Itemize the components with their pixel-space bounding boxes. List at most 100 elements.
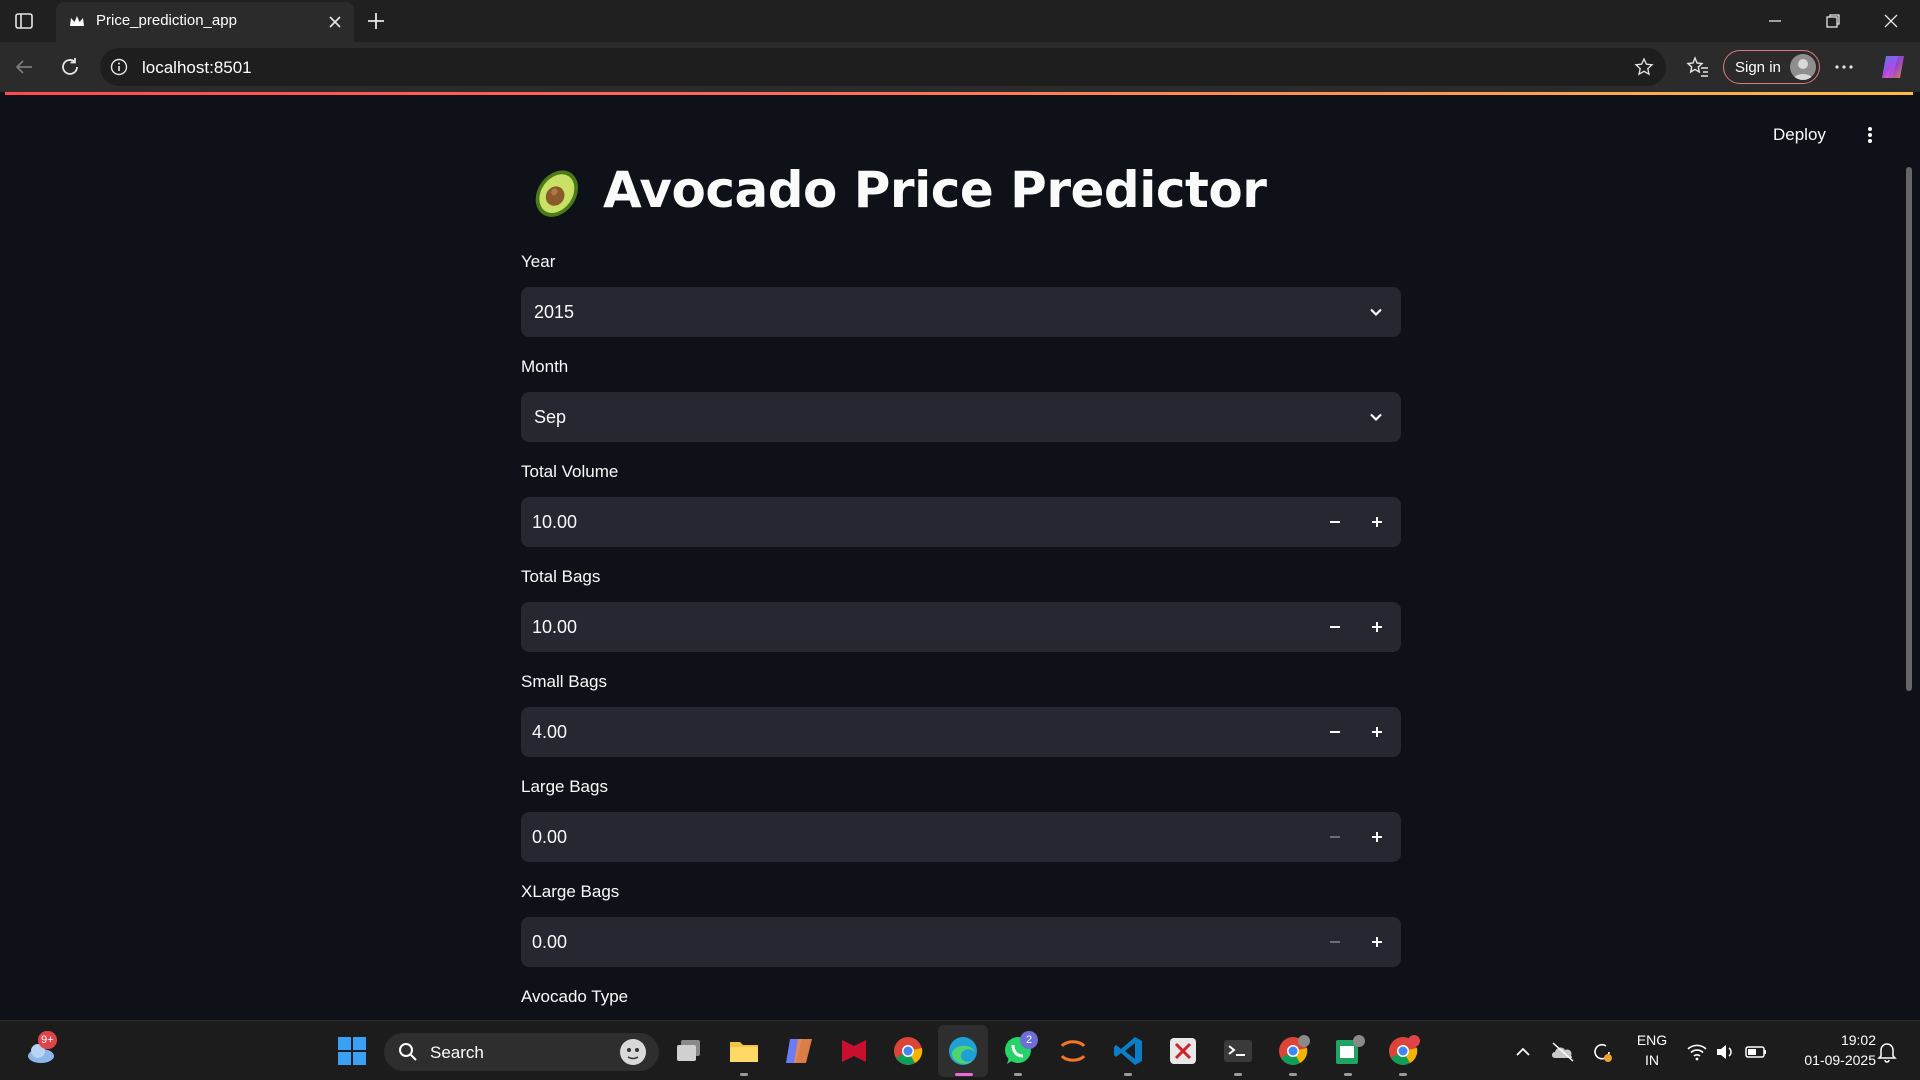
running-indicator [1014,1073,1022,1076]
chevron-down-icon [1370,308,1382,317]
large-bags-input[interactable]: 0.00 [521,812,1401,862]
year-label: Year [521,252,556,271]
git-client-icon[interactable] [1166,1034,1200,1068]
month-select[interactable]: Sep [521,392,1401,442]
onedrive-icon[interactable] [1550,1040,1576,1064]
favorites-icon[interactable] [1686,55,1710,79]
month-label: Month [521,357,569,376]
xlarge-bags-input[interactable]: 0.00 [521,917,1401,967]
scrollbar-thumb[interactable] [1906,167,1912,691]
url-text: localhost:8501 [142,58,252,77]
vscode-icon[interactable] [1111,1034,1145,1068]
year-select[interactable]: 2015 [521,287,1401,337]
chrome-icon[interactable] [891,1034,925,1068]
more-options-icon[interactable] [1832,55,1856,79]
plus-icon [1372,727,1382,737]
running-indicator [1289,1073,1297,1076]
running-indicator [1399,1073,1407,1076]
large-bags-value: 0.00 [532,827,568,847]
sync-icon[interactable] [1590,1040,1614,1064]
minus-icon [1330,836,1340,838]
plus-icon [1372,517,1382,527]
total-volume-field: Total Volume 10.00 [521,462,1401,547]
wifi-icon[interactable] [1686,1041,1708,1063]
running-indicator [740,1073,748,1076]
xlarge-bags-decrement-button[interactable] [1319,926,1351,958]
app-viewport: Deploy Avocado Price Predictor Year 2015 [5,95,1913,1016]
jupyter-icon[interactable] [1056,1034,1090,1068]
back-icon[interactable] [12,55,36,79]
search-label: Search [430,1043,484,1062]
close-window-icon[interactable] [1880,10,1902,32]
browser-tab-active[interactable]: Price_prediction_app [56,2,354,42]
small-bags-decrement-button[interactable] [1319,716,1351,748]
main-menu-icon[interactable] [1860,125,1880,145]
sign-in-button[interactable]: Sign in [1723,50,1820,84]
total-volume-value: 10.00 [532,512,578,532]
small-bags-input[interactable]: 4.00 [521,707,1401,757]
chevron-up-icon[interactable] [1512,1041,1534,1063]
region-indicator[interactable]: IN [1632,1051,1672,1069]
total-bags-label: Total Bags [521,567,601,586]
refresh-icon[interactable] [58,55,82,79]
site-info-icon[interactable] [110,58,128,76]
volume-icon[interactable] [1714,1041,1736,1063]
file-explorer-icon[interactable] [727,1034,761,1068]
page-scrollbar[interactable] [1906,167,1912,1016]
taskbar-search-box[interactable]: Search [384,1033,659,1071]
small-bags-label: Small Bags [521,672,607,691]
xlarge-bags-increment-button[interactable] [1361,926,1393,958]
minus-icon [1330,941,1340,943]
total-bags-increment-button[interactable] [1361,611,1393,643]
large-bags-increment-button[interactable] [1361,821,1393,853]
total-volume-increment-button[interactable] [1361,506,1393,538]
sign-in-label: Sign in [1735,59,1781,76]
avocado-type-label: Avocado Type [521,987,629,1006]
total-volume-decrement-button[interactable] [1319,506,1351,538]
task-view-icon[interactable] [672,1034,706,1068]
restore-icon[interactable] [1822,10,1844,32]
running-indicator [1234,1073,1242,1076]
edge-browser-icon[interactable] [946,1034,980,1068]
url-field[interactable]: localhost:8501 [100,48,1666,86]
browser-address-bar: localhost:8501 Sign in [0,42,1920,92]
total-bags-field: Total Bags 10.00 [521,567,1401,652]
copilot-icon[interactable] [1878,52,1908,82]
chrome-profile-icon[interactable] [1276,1034,1310,1068]
tab-actions-icon[interactable] [12,9,36,33]
notification-bell-icon[interactable] [1876,1040,1898,1064]
month-selected-value: Sep [534,407,567,427]
plus-icon [1372,937,1382,947]
total-bags-decrement-button[interactable] [1319,611,1351,643]
chrome-alert-icon[interactable] [1386,1034,1420,1068]
xlarge-bags-field: XLarge Bags 0.00 [521,882,1401,967]
total-volume-input[interactable]: 10.00 [521,497,1401,547]
close-tab-icon[interactable] [326,13,344,31]
language-indicator[interactable]: ENG [1632,1031,1672,1049]
mcafee-icon[interactable] [837,1034,871,1068]
small-bags-increment-button[interactable] [1361,716,1393,748]
total-bags-input[interactable]: 10.00 [521,602,1401,652]
month-field: Month Sep [521,357,1401,442]
minus-icon [1330,731,1340,733]
plus-icon [1372,832,1382,842]
profile-avatar-icon [1790,54,1816,80]
large-bags-decrement-button[interactable] [1319,821,1351,853]
plus-icon [1372,622,1382,632]
search-icon [399,1043,417,1061]
sheets-app-icon[interactable] [1331,1034,1365,1068]
minimize-icon[interactable] [1764,10,1786,32]
battery-icon[interactable] [1744,1041,1768,1063]
terminal-icon[interactable] [1221,1034,1255,1068]
m365-copilot-icon[interactable] [782,1034,816,1068]
clock-date[interactable]: 01-09-2025 [1786,1051,1876,1069]
year-field: Year 2015 [521,252,1401,337]
start-windows-icon[interactable] [335,1034,369,1068]
new-tab-icon[interactable] [364,9,388,33]
tab-title: Price_prediction_app [96,12,237,29]
chevron-down-icon [1370,413,1382,422]
deploy-button[interactable]: Deploy [1773,125,1826,145]
favorite-star-icon[interactable] [1634,57,1654,77]
clock-time[interactable]: 19:02 [1786,1031,1876,1049]
page-title: Avocado Price Predictor [603,161,1267,219]
